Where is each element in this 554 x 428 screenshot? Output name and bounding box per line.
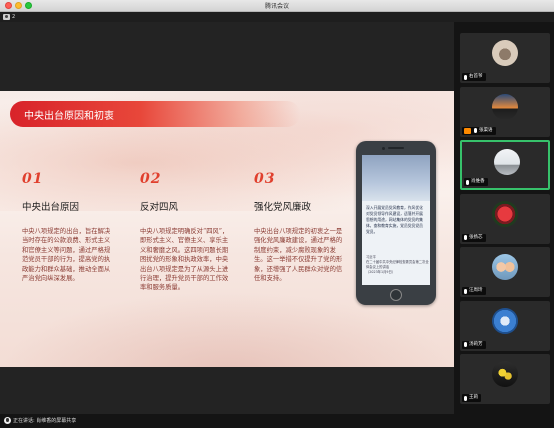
mic-icon	[464, 74, 467, 80]
column-heading: 中央出台原因	[22, 202, 80, 213]
mic-icon	[464, 395, 467, 401]
mic-icon	[464, 288, 467, 294]
mic-icon	[474, 128, 477, 133]
participant-name: 张渠语	[479, 127, 493, 133]
participant-tile[interactable]: 右首爷	[460, 33, 550, 83]
speaking-text: 正在讲话: 肖维香的屏幕共享	[13, 418, 77, 424]
participant-name: 王莉	[469, 395, 478, 400]
participant-tile[interactable]: 汪周玲	[460, 247, 550, 297]
participant-label: 汪周玲	[462, 287, 486, 295]
mic-icon	[464, 342, 467, 347]
participant-name: 张扬芯	[469, 234, 483, 240]
speaking-indicator: 正在讲话: 肖维香的屏幕共享	[4, 417, 76, 424]
column-body: 中央八项规定的出台，旨在解决当时存在的公款浪费、形式主义和官僚主义等问题，通过严…	[22, 228, 111, 283]
column-heading: 反对四风	[140, 202, 179, 213]
share-count: 2	[12, 14, 16, 20]
column-number: 01	[22, 171, 44, 187]
meeting-window: 腾讯会议 2 中央出台原因和初衷 01 中央出台原因 中央八项规定的出台，旨在解…	[0, 0, 554, 428]
column-body: 中央八项规定明确反对“四风”，即形式主义、官僚主义、享乐主义和奢靡之风。这四项问…	[140, 228, 229, 292]
phone-mockup: 深入开展党员党风教育，作风优化对党员领导作风建设，适落并开展思想的用途，网站集体…	[356, 141, 436, 305]
phone-screen-footer: 习近平 在二十届中共中央纪律检查委员会第二次全体会议上的讲话 （2023年1月9…	[366, 255, 429, 274]
participant-label: 张渠语	[462, 126, 496, 135]
slide-column-3: 03 强化党风廉政 中央出台八项规定的初衷之一是强化党风廉政建设，通过严格的制度…	[254, 171, 346, 283]
phone-screen: 深入开展党员党风教育，作风优化对党员领导作风建设，适落并开展思想的用途，网站集体…	[362, 155, 430, 285]
participant-avatar	[492, 254, 518, 280]
participant-tile[interactable]: 肖维香	[460, 140, 550, 190]
participant-label: 王莉	[462, 394, 481, 402]
speaker-mic-icon	[4, 417, 11, 424]
host-badge-icon	[464, 127, 471, 134]
participant-avatar	[492, 40, 518, 66]
participant-tile[interactable]: 王莉	[460, 354, 550, 404]
screen-share-icon	[3, 14, 10, 20]
participant-name: 汤莉芳	[469, 341, 483, 347]
slide-title-bar: 中央出台原因和初衷	[10, 101, 300, 127]
column-body: 中央出台八项规定的初衷之一是强化党风廉政建设，通过严格的制度约束，减少腐败现象的…	[254, 228, 343, 283]
title-bar: 腾讯会议	[0, 0, 554, 12]
phone-home-button	[390, 289, 402, 301]
slide-column-2: 02 反对四风 中央八项规定明确反对“四风”，即形式主义、官僚主义、享乐主义和奢…	[140, 171, 232, 293]
participant-tile[interactable]: 张扬芯	[460, 193, 550, 244]
participant-label: 汤莉芳	[462, 340, 486, 349]
column-number: 03	[254, 171, 276, 187]
phone-camera	[382, 146, 385, 150]
participant-label: 右首爷	[462, 73, 486, 81]
window-title: 腾讯会议	[264, 3, 289, 10]
status-bar: 正在讲话: 肖维香的屏幕共享	[0, 414, 554, 428]
participant-avatar	[492, 361, 518, 387]
participant-avatar	[492, 200, 518, 227]
participant-avatar	[492, 93, 518, 120]
phone-screen-text: 深入开展党员党风教育，作风优化对党员领导作风建设，适落并开展思想的用途，网站集体…	[366, 205, 423, 234]
phone-speaker	[388, 147, 404, 149]
column-heading: 强化党风廉政	[254, 202, 312, 213]
participant-label: 肖维香	[464, 178, 488, 186]
participant-tile[interactable]: 张渠语	[460, 86, 550, 137]
participant-name: 右首爷	[469, 74, 483, 79]
participant-name: 肖维香	[471, 179, 485, 184]
slide-title: 中央出台原因和初衷	[24, 111, 114, 122]
column-number: 02	[140, 171, 162, 187]
mic-icon	[466, 179, 469, 185]
screen-share-indicator[interactable]: 2	[3, 14, 15, 20]
participant-avatar	[494, 149, 520, 175]
participant-name: 汪周玲	[469, 288, 483, 293]
participant-tile[interactable]: 汤莉芳	[460, 300, 550, 351]
phone-screen-image	[362, 155, 430, 201]
mic-icon	[464, 235, 467, 240]
participant-avatar	[492, 307, 518, 334]
participant-label: 张扬芯	[462, 233, 486, 242]
slide-column-1: 01 中央出台原因 中央八项规定的出台，旨在解决当时存在的公款浪费、形式主义和官…	[22, 171, 114, 283]
